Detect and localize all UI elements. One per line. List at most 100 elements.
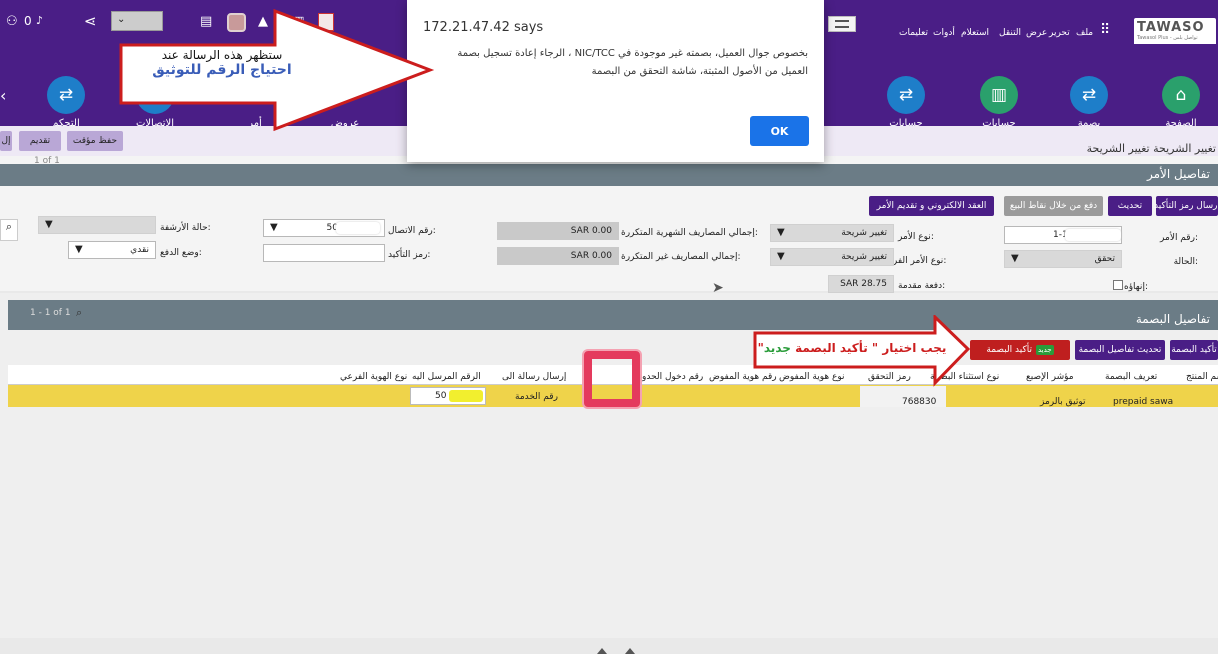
col-border-entry[interactable]: رقم دخول الحدود xyxy=(638,372,703,382)
nav-control[interactable]: ⇄ التحكم xyxy=(26,76,106,129)
nav-accounts-2[interactable]: ⇄ حسابات xyxy=(866,76,946,129)
control-icon: ⇄ xyxy=(47,76,85,114)
alert-dialog: 172.21.47.42 says بخصوص جوال العميل، بصم… xyxy=(407,0,824,162)
update-button[interactable]: تحديث xyxy=(1108,196,1152,216)
annotation-right-a: يجب اختيار xyxy=(882,341,947,355)
nonrec-field: SAR 0.00 xyxy=(497,247,619,265)
paymode-select[interactable]: ▼ نقدي xyxy=(68,241,156,259)
scroll-up-icon[interactable] xyxy=(625,648,635,654)
nav-fingerprint[interactable]: ⇄ بصمة xyxy=(1049,76,1129,129)
col-sub-id-type[interactable]: نوع الهوية الفرعي xyxy=(340,372,407,382)
col-sent-number[interactable]: الرقم المرسل اليه xyxy=(412,372,481,382)
sub-type-select[interactable]: ▼ تغيير شريحة xyxy=(770,248,894,266)
cell-send-no-field: 50 xyxy=(410,387,486,405)
annotation-left-text: ستظهر هذه الرسالة عند احتياج الرقم للتوث… xyxy=(124,48,320,78)
cell-send-no: 50 xyxy=(435,391,447,401)
paymode-value: نقدي xyxy=(130,245,149,255)
order-section-header: تفاصيل الأمر xyxy=(0,164,1218,186)
notification-badge[interactable]: 0 xyxy=(24,14,32,28)
annotation-left-line2: احتياج الرقم للتوثيق xyxy=(152,62,292,78)
nav-accounts[interactable]: ▥ حسابات xyxy=(959,76,1039,129)
order-type-value: تغيير شريحة xyxy=(841,228,887,238)
breadcrumb[interactable]: تغيير الشريحة تغيير الشريحة xyxy=(1087,142,1216,155)
order-type-label: نوع الأمر: xyxy=(898,232,934,242)
save-temp-button[interactable]: حفظ مؤقت xyxy=(67,131,123,151)
chevron-down-icon: ▼ xyxy=(45,219,53,230)
confirm-fingerprint-new-button[interactable]: تأكيد البصمة جديد xyxy=(970,340,1070,360)
pay-pos-button[interactable]: دفع من خلال نقاط البيع xyxy=(1004,196,1103,216)
paymode-label: وضع الدفع: xyxy=(160,248,202,258)
annotation-right-c: جديد xyxy=(763,341,791,355)
order-type-select[interactable]: ▼ تغيير شريحة xyxy=(770,224,894,242)
search-icon[interactable]: ⌕ xyxy=(76,306,82,320)
confirm-fingerprint-label: تأكيد البصمة xyxy=(986,345,1032,355)
col-fingerprint-def[interactable]: تعريف البصمة xyxy=(1105,372,1157,382)
end-checkbox[interactable] xyxy=(1113,280,1123,290)
hamburger-menu-icon[interactable] xyxy=(828,16,856,32)
chevron-down-icon: ▼ xyxy=(75,244,83,255)
annotation-right-text: يجب اختيار " تأكيد البصمة جديد" xyxy=(756,341,948,355)
menu-edit[interactable]: تحرير xyxy=(1049,28,1070,38)
col-product[interactable]: اسم المنتج xyxy=(1186,372,1218,382)
dialog-message: بخصوص جوال العميل، بصمته غير موجودة في N… xyxy=(457,48,808,77)
building-icon: ▥ xyxy=(980,76,1018,114)
confirm-fingerprint-button-small[interactable]: تأكيد البصمة xyxy=(1170,340,1218,360)
order-no-field[interactable]: 1-12 xyxy=(1004,226,1122,244)
send-code-button[interactable]: إرسال رمز التأكيد xyxy=(1154,196,1218,216)
annotation-right-b: " تأكيد البصمة xyxy=(795,341,879,355)
ok-button[interactable]: OK xyxy=(750,116,809,146)
col-send-to[interactable]: إرسال رسالة الى xyxy=(502,372,566,382)
contact-field[interactable]: ▼ 50 xyxy=(263,219,385,237)
monthly-field: SAR 0.00 xyxy=(497,222,619,240)
archive-select[interactable]: ▼ xyxy=(38,216,156,234)
brand-subtitle: Tawasol Plus - تواصل بلس xyxy=(1137,35,1198,41)
confirm-code-label: رمز التأكيد: xyxy=(388,250,431,260)
highlight-square xyxy=(584,351,640,407)
nonrec-label: إجمالي المصاريف غير المتكررة: xyxy=(621,252,741,262)
redacted-mask xyxy=(449,390,483,402)
submit-button[interactable]: تقديم xyxy=(19,131,61,151)
order-section-title: تفاصيل الأمر xyxy=(1146,167,1210,181)
contact-label: رقم الاتصال: xyxy=(388,226,436,236)
chevron-down-icon: ▼ xyxy=(777,251,785,262)
confirm-code-input[interactable] xyxy=(263,244,385,262)
home-icon: ⌂ xyxy=(1162,76,1200,114)
annotation-left-line1: ستظهر هذه الرسالة عند xyxy=(161,48,283,62)
cell-fingerprint-def: توثيق بالرمز xyxy=(1040,397,1086,407)
chevron-down-icon: ▼ xyxy=(270,222,278,233)
nonrec-value: SAR 0.00 xyxy=(570,251,612,261)
menu-file[interactable]: ملف xyxy=(1076,28,1093,38)
order-no-label: رقم الأمر: xyxy=(1160,233,1198,243)
bell-icon[interactable]: ♪ xyxy=(36,14,43,27)
cell-send-to: رقم الخدمة xyxy=(515,392,558,402)
menu-view[interactable]: عرض xyxy=(1026,28,1047,38)
chevron-left-icon[interactable]: ‹ xyxy=(0,86,6,105)
menu-navigate[interactable]: التنقل xyxy=(999,28,1021,38)
prepay-field: SAR 28.75 xyxy=(828,275,894,293)
status-select[interactable]: ▼ تحقق xyxy=(1004,250,1122,268)
accounts-icon: ⇄ xyxy=(887,76,925,114)
monthly-value: SAR 0.00 xyxy=(570,226,612,236)
col-finger-index[interactable]: مؤشر الإصبع xyxy=(1026,372,1074,382)
share-icon[interactable]: ⋖ xyxy=(84,12,97,30)
status-label: الحالة: xyxy=(1173,257,1198,267)
menu-query[interactable]: استعلام xyxy=(961,28,989,38)
contract-button[interactable]: العقد الالكتروني و تقديم الأمر xyxy=(869,196,994,216)
search-icon[interactable]: ⌕ xyxy=(0,219,18,241)
menu-help[interactable]: تعليمات xyxy=(899,28,928,38)
prepay-value: SAR 28.75 xyxy=(840,279,887,289)
fingerprint-icon: ⇄ xyxy=(1070,76,1108,114)
update-fingerprint-details-button[interactable]: تحديث تفاصيل البصمة xyxy=(1075,340,1165,360)
users-icon[interactable]: ⚇ xyxy=(6,14,18,29)
archive-label: حالة الأرشفة: xyxy=(160,223,211,233)
fingerprint-pager: 1 - 1 of 1 xyxy=(30,308,71,318)
redacted-mask xyxy=(1065,229,1121,241)
nav-home[interactable]: ⌂ الصفحة xyxy=(1141,76,1218,129)
end-label: إنهاؤه: xyxy=(1123,282,1148,292)
apps-grid-icon[interactable]: ⠿ xyxy=(1100,22,1110,38)
menu-tools[interactable]: أدوات xyxy=(933,28,955,38)
toolbar-small-button[interactable]: إل xyxy=(0,131,12,151)
cell-verify-code: 768830 xyxy=(902,397,937,407)
scroll-up-icon[interactable] xyxy=(597,648,607,654)
chevron-down-icon: ▼ xyxy=(1011,253,1019,264)
